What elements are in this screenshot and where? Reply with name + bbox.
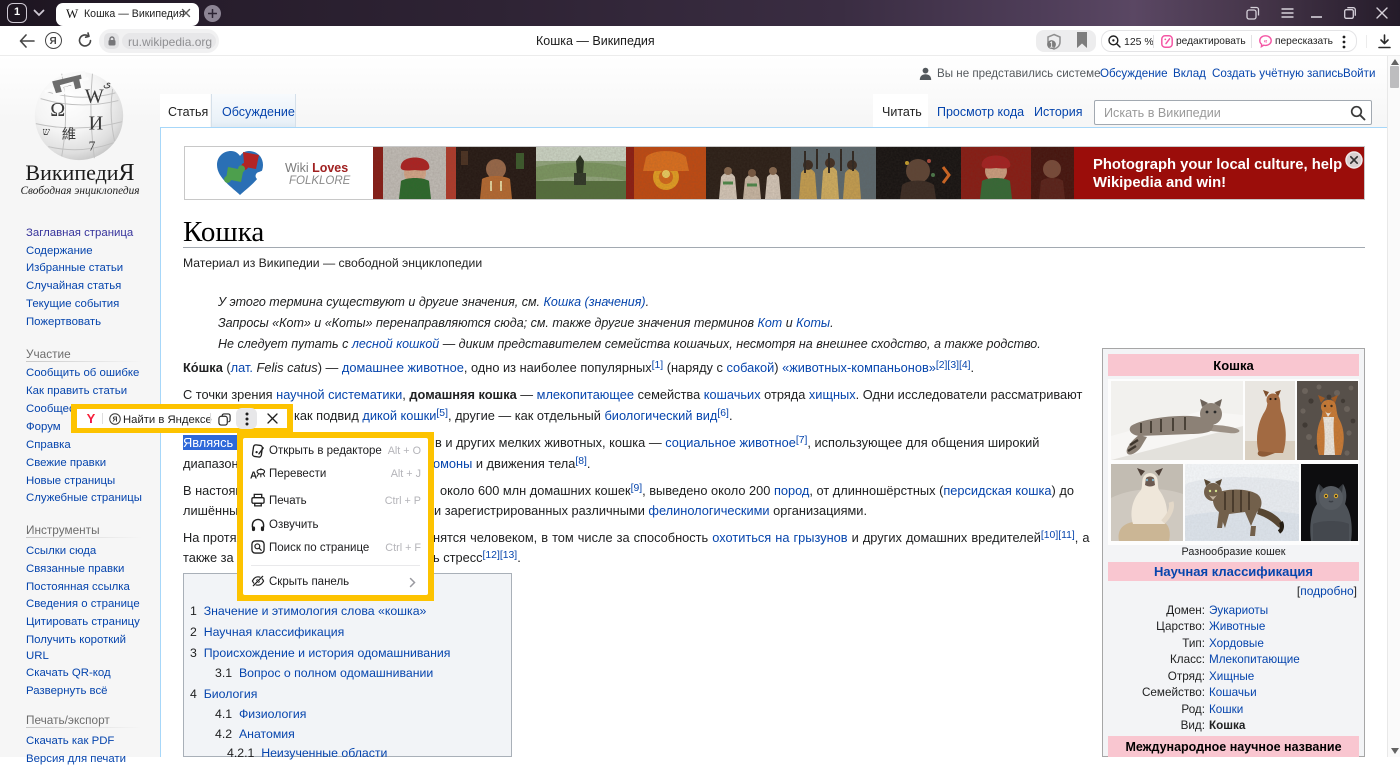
svg-text:1: 1 — [1049, 40, 1054, 50]
svg-text:維: 維 — [62, 126, 76, 143]
svg-text:7: 7 — [89, 138, 96, 153]
svg-text:W: W — [85, 85, 104, 107]
svg-text:И: И — [89, 112, 104, 134]
svg-text:Y: Y — [87, 411, 96, 426]
svg-text:ی: ی — [103, 79, 111, 90]
svg-text:Ω: Ω — [50, 99, 65, 121]
svg-text:«: « — [1264, 38, 1268, 45]
svg-text:ש: ש — [43, 127, 51, 138]
svg-text:Я: Я — [113, 416, 118, 423]
